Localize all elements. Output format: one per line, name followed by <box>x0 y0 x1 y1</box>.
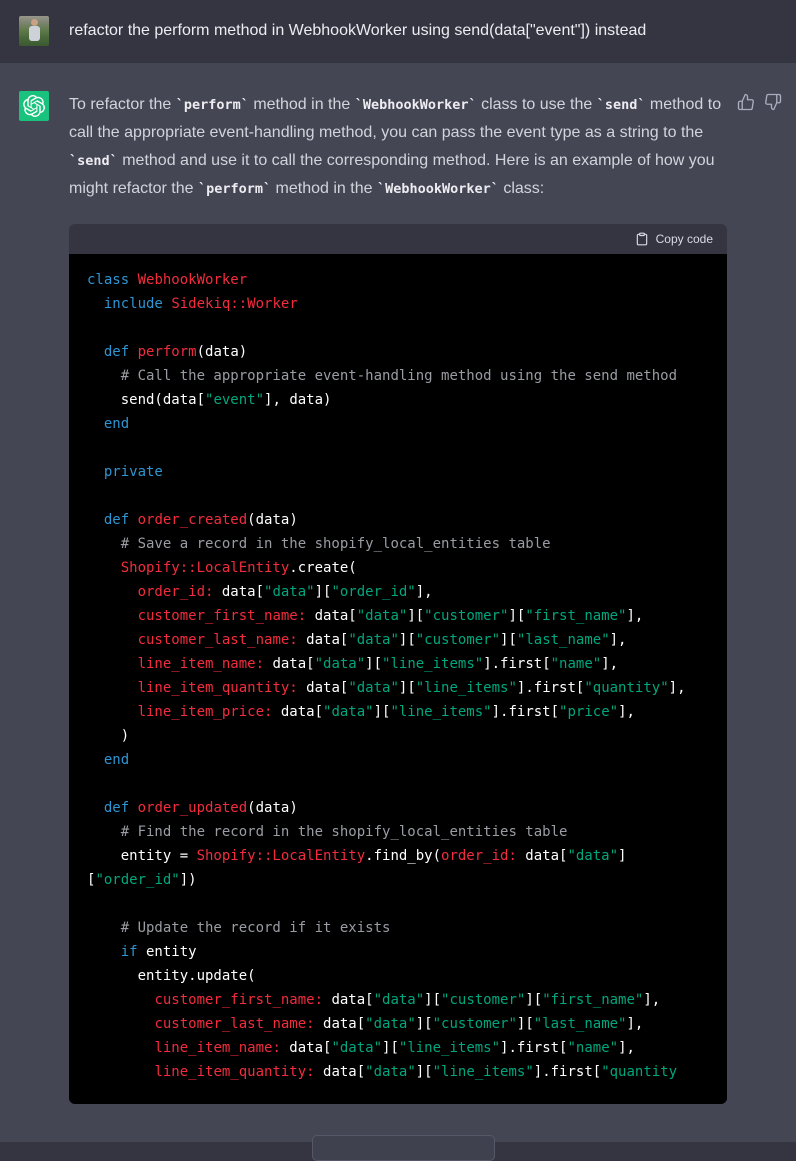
thumbs-up-icon <box>737 93 754 111</box>
inline-code: `WebhookWorker` <box>376 181 499 197</box>
code-line: Shopify::LocalEntity.create( <box>120 560 357 576</box>
code-line: line_item_name: data["data"]["line_items… <box>137 656 619 672</box>
code-line: send(data["event"], data) <box>87 392 332 408</box>
user-message-text: refactor the perform method in WebhookWo… <box>69 22 647 39</box>
assistant-paragraph: To refactor the `perform` method in the … <box>69 91 727 203</box>
avatar-photo-detail <box>29 26 40 41</box>
code-line: def order_updated(data) <box>103 800 298 816</box>
paragraph-text: method in the <box>248 96 355 113</box>
code-line: def perform(data) <box>103 344 248 360</box>
code-line: line_item_price: data["data"]["line_item… <box>137 704 635 720</box>
inline-code: `WebhookWorker` <box>354 97 477 113</box>
code-line: # Call the appropriate event-handling me… <box>120 368 678 384</box>
inline-code: `perform` <box>175 97 249 113</box>
code-line: if entity <box>120 944 197 960</box>
paragraph-text: class: <box>498 180 545 197</box>
code-line: end <box>103 752 130 768</box>
assistant-message-row: To refactor the `perform` method in the … <box>0 62 796 1142</box>
code-line: customer_last_name: data["data"]["custom… <box>137 632 627 648</box>
thumbs-down-button[interactable] <box>764 93 782 111</box>
code-line: customer_last_name: data["data"]["custom… <box>154 1016 644 1032</box>
code-line: ) <box>87 728 130 744</box>
code-line: # Update the record if it exists <box>120 920 391 936</box>
copy-code-label: Copy code <box>655 232 713 246</box>
openai-logo-icon <box>23 95 45 117</box>
code-line: customer_first_name: data["data"]["custo… <box>154 992 661 1008</box>
paragraph-text: method in the <box>271 180 377 197</box>
copy-code-button[interactable]: Copy code <box>635 232 713 246</box>
clipboard-icon <box>636 232 647 246</box>
code-line: ["order_id"]) <box>87 872 197 888</box>
inline-code: `perform` <box>197 181 272 197</box>
thumbs-down-icon <box>765 93 782 111</box>
code-line: end <box>103 416 130 432</box>
code-line: entity.update( <box>87 968 256 984</box>
code-line: line_item_name: data["data"]["line_items… <box>154 1040 635 1056</box>
code-line: entity = Shopify::LocalEntity.find_by(or… <box>87 848 627 864</box>
code-line: line_item_quantity: data["data"]["line_i… <box>137 680 686 696</box>
code-line: customer_first_name: data["data"]["custo… <box>137 608 644 624</box>
message-actions <box>737 91 782 111</box>
paragraph-text: class to use the <box>476 96 597 113</box>
thumbs-up-button[interactable] <box>737 93 755 111</box>
inline-code: `send` <box>69 153 118 169</box>
code-content: class WebhookWorker include Sidekiq::Wor… <box>69 254 727 1104</box>
avatar-photo-detail <box>31 19 38 26</box>
code-block: Copy code class WebhookWorker include Si… <box>69 224 727 1104</box>
inline-code: `send` <box>596 97 646 113</box>
code-line: order_id: data["data"]["order_id"], <box>137 584 433 600</box>
code-line: def order_created(data) <box>103 512 298 528</box>
code-line: include Sidekiq::Worker <box>103 296 298 312</box>
code-line: private <box>103 464 163 480</box>
user-message-row: refactor the perform method in WebhookWo… <box>0 0 796 62</box>
code-block-header: Copy code <box>69 224 727 254</box>
code-line: line_item_quantity: data["data"]["line_i… <box>154 1064 678 1080</box>
regenerate-button[interactable] <box>312 1135 495 1161</box>
code-line: class WebhookWorker <box>87 272 248 288</box>
user-avatar <box>19 16 49 46</box>
paragraph-text: To refactor the <box>69 96 176 113</box>
code-line: # Find the record in the shopify_local_e… <box>120 824 568 840</box>
chatgpt-avatar <box>19 91 49 121</box>
code-line: # Save a record in the shopify_local_ent… <box>120 536 551 552</box>
